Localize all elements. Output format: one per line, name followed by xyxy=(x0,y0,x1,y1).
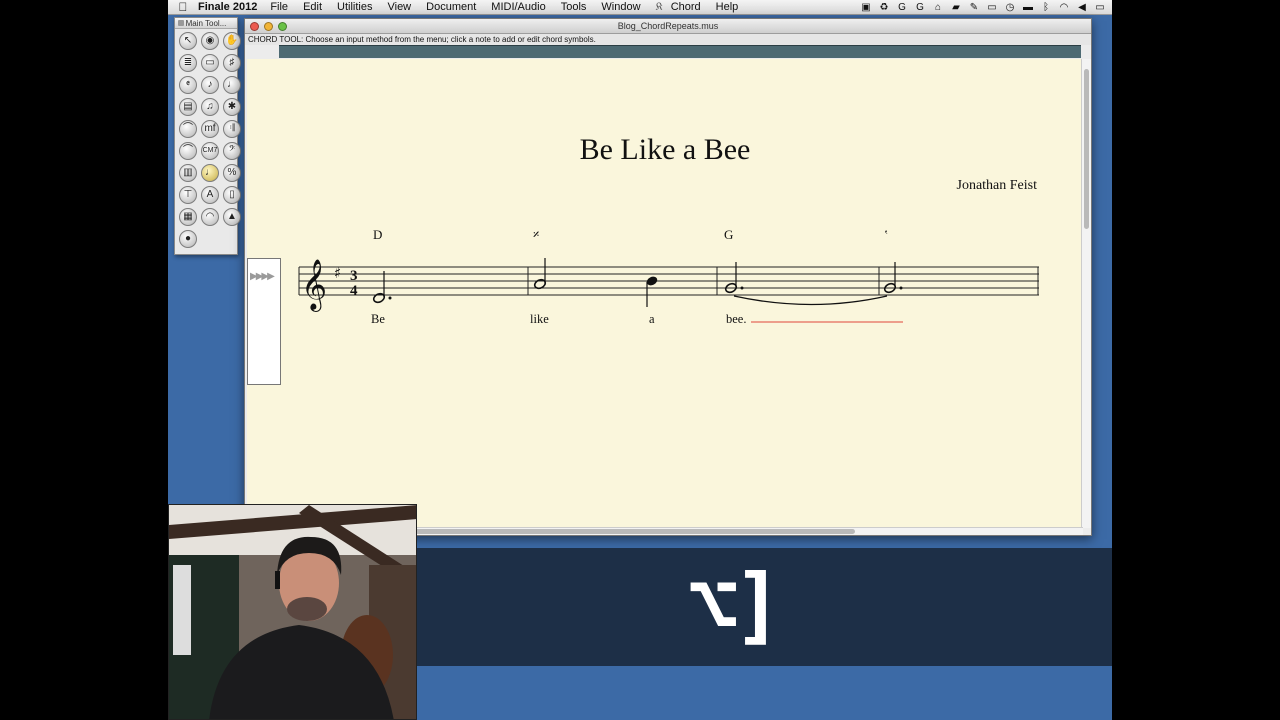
tuplet-tool-icon[interactable]: ♫ xyxy=(201,98,219,116)
lyrics-tool-icon[interactable]: ⌒ xyxy=(179,142,197,160)
keystroke-display: ⌥] xyxy=(688,556,783,654)
menu-view[interactable]: View xyxy=(387,1,411,13)
bluetooth-icon[interactable]: ᛒ xyxy=(1040,2,1052,13)
g-icon[interactable]: G xyxy=(896,2,908,13)
status-message: CHORD TOOL: Choose an input method from … xyxy=(245,34,1091,45)
document-window: Blog_ChordRepeats.mus CHORD TOOL: Choose… xyxy=(244,18,1092,536)
articulation-tool-icon[interactable]: ⌒ xyxy=(179,120,197,138)
menu-extras: ▣ ♻ G G ⌂ ▰ ✎ ▭ ◷ ▬ ᛒ ◠ ◀ ▭ xyxy=(860,0,1106,15)
page-layout-icon[interactable]: ▯ xyxy=(223,186,241,204)
g-icon-2[interactable]: G xyxy=(914,2,926,13)
time-machine-icon[interactable]: ◷ xyxy=(1004,2,1016,13)
menu-chord[interactable]: Chord xyxy=(671,1,701,13)
menu-document[interactable]: Document xyxy=(426,1,476,13)
horizontal-scroll-thumb[interactable] xyxy=(415,529,855,534)
palette-close-icon[interactable] xyxy=(178,20,184,26)
menu-help[interactable]: Help xyxy=(716,1,739,13)
resize-tool-icon[interactable]: ◠ xyxy=(201,208,219,226)
chord-repeat-slash[interactable]: 𝄎 xyxy=(533,227,539,243)
folder-icon[interactable]: ▰ xyxy=(950,2,962,13)
chord-symbol-d[interactable]: D xyxy=(373,227,382,243)
fretboard-tool-icon[interactable]: 𝄢 xyxy=(223,142,241,160)
staff-tool-icon[interactable]: ≣ xyxy=(179,54,197,72)
key-signature-icon[interactable]: ♯ xyxy=(223,54,241,72)
time-sig-bottom[interactable]: 4 xyxy=(350,283,358,299)
menu-utilities[interactable]: Utilities xyxy=(337,1,372,13)
mirror-tool-icon[interactable]: ♩ xyxy=(201,164,219,182)
apple-menu-icon[interactable]:  xyxy=(168,0,198,14)
zoom-tool-icon[interactable]: ◉ xyxy=(201,32,219,50)
smart-shape-icon[interactable]: ✱ xyxy=(223,98,241,116)
metronome-icon[interactable]: ▲ xyxy=(223,208,241,226)
staff-lines xyxy=(299,266,1039,296)
special-tools-icon[interactable]: ⊤ xyxy=(179,186,197,204)
key-sharp-icon[interactable]: ♯ xyxy=(334,264,341,282)
presenter-image xyxy=(169,505,416,719)
time-signature-icon[interactable]: 𝄵 xyxy=(179,76,197,94)
hand-grabber-icon[interactable]: ✋ xyxy=(223,32,241,50)
tool-grid: ↖ ◉ ✋ ≣ ▭ ♯ 𝄵 ♪ ♩ ▤ ♫ ✱ ⌒ mf 𝄇 ⌒ CM7 𝄢 ▥ ♩% ⊤ A ▯ ▦ ◠ ▲ ● xyxy=(175,29,241,251)
time-sig-top[interactable]: 3 xyxy=(350,268,358,284)
camera-icon[interactable]: ▣ xyxy=(860,2,872,13)
lyric-syllable[interactable]: Be xyxy=(371,312,385,327)
lyric-syllable[interactable]: like xyxy=(530,312,549,327)
chord-symbol-g[interactable]: G xyxy=(724,227,733,243)
palette-title: Main Tool... xyxy=(185,19,227,28)
desktop:  Finale 2012 File Edit Utilities View D… xyxy=(168,0,1112,720)
battery-icon[interactable]: ▭ xyxy=(1094,2,1106,13)
repeat-tool-icon[interactable]: 𝄇 xyxy=(223,120,241,138)
chord-menu-icon[interactable]: 𝔎 xyxy=(656,1,663,14)
tie-curve[interactable] xyxy=(733,295,888,306)
ruler-bar xyxy=(279,45,1081,58)
measure-tool-icon[interactable]: ▭ xyxy=(201,54,219,72)
menu-app-name[interactable]: Finale 2012 xyxy=(198,1,257,13)
lyric-syllable[interactable]: a xyxy=(649,312,655,327)
webcam-video-feed xyxy=(168,504,417,720)
window-title: Blog_ChordRepeats.mus xyxy=(617,21,719,31)
lyric-syllable[interactable]: bee. xyxy=(726,312,746,327)
simple-entry-icon[interactable]: ▤ xyxy=(179,98,197,116)
graphics-tool-icon[interactable]: ▥ xyxy=(179,164,197,182)
menu-midi-audio[interactable]: MIDI/Audio xyxy=(491,1,545,13)
vertical-scroll-thumb[interactable] xyxy=(1084,69,1089,229)
clef-tool-icon[interactable]: ♪ xyxy=(201,76,219,94)
home-icon[interactable]: ⌂ xyxy=(932,2,944,13)
percussion-icon[interactable]: % xyxy=(223,164,241,182)
selection-tool-icon[interactable]: ↖ xyxy=(179,32,197,50)
vertical-scrollbar[interactable] xyxy=(1081,59,1091,528)
color-tool-icon[interactable]: ● xyxy=(179,230,197,248)
window-title-bar[interactable]: Blog_ChordRepeats.mus xyxy=(245,19,1091,34)
menu-tools[interactable]: Tools xyxy=(561,1,587,13)
chord-tick-mark[interactable]: ‛ xyxy=(884,227,888,243)
menu-window[interactable]: Window xyxy=(601,1,640,13)
pencil-icon[interactable]: ✎ xyxy=(968,2,980,13)
volume-icon[interactable]: ◀ xyxy=(1076,2,1088,13)
menu-edit[interactable]: Edit xyxy=(303,1,322,13)
window-icon[interactable]: ▭ xyxy=(986,2,998,13)
note-mover-icon[interactable]: ▦ xyxy=(179,208,197,226)
chord-tool-icon[interactable]: CM7 xyxy=(201,142,219,160)
menu-file[interactable]: File xyxy=(270,1,288,13)
speedy-entry-icon[interactable]: ♩ xyxy=(223,76,241,94)
main-tool-palette[interactable]: Main Tool... ↖ ◉ ✋ ≣ ▭ ♯ 𝄵 ♪ ♩ ▤ ♫ ✱ ⌒ mf 𝄇 ⌒ CM7 𝄢 ▥ ♩% ⊤ A ▯… xyxy=(174,17,241,255)
score-page[interactable]: Be Like a Bee Jonathan Feist ▶▶▶▶ 𝄞 ♯ 3 … xyxy=(247,59,1083,528)
palette-title-bar[interactable]: Main Tool... xyxy=(175,18,237,29)
menu-bar:  Finale 2012 File Edit Utilities View D… xyxy=(168,0,1112,15)
wifi-icon[interactable]: ◠ xyxy=(1058,2,1070,13)
note-quarter-3[interactable] xyxy=(645,275,658,307)
display-icon[interactable]: ▬ xyxy=(1022,2,1034,13)
note-dotted-half-1[interactable] xyxy=(372,271,392,304)
recycle-icon[interactable]: ♻ xyxy=(878,2,890,13)
expression-tool-icon[interactable]: mf xyxy=(201,120,219,138)
text-tool-icon[interactable]: A xyxy=(201,186,219,204)
treble-clef-icon[interactable]: 𝄞 xyxy=(301,259,327,312)
